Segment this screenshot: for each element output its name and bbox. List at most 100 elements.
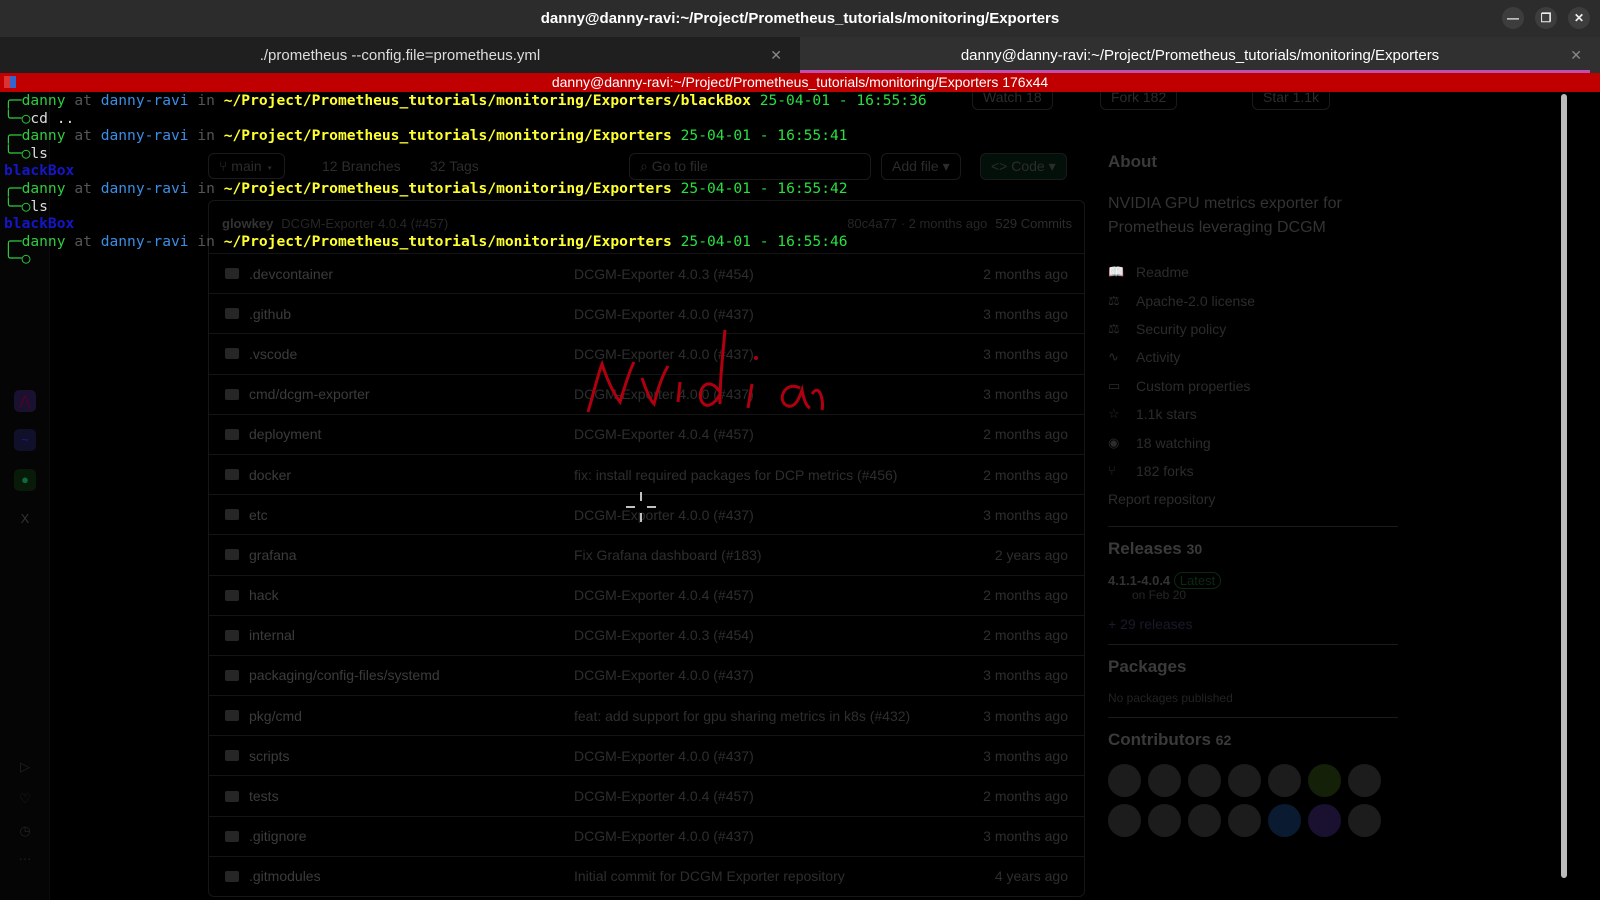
about-item[interactable]: ☆ 1.1k stars xyxy=(1108,400,1398,428)
avatar[interactable] xyxy=(1228,763,1261,797)
about-item[interactable]: 📖 Readme xyxy=(1108,258,1398,286)
commit-message[interactable]: fix: install required packages for DCP m… xyxy=(574,467,983,483)
prompt-line: ╭─danny at danny-ravi in ~/Project/Prome… xyxy=(4,127,848,145)
commit-message[interactable]: DCGM-Exporter 4.0.0 (#437) xyxy=(574,306,983,322)
commit-message[interactable]: DCGM-Exporter 4.0.3 (#454) xyxy=(574,266,983,282)
messenger-icon[interactable]: ~ xyxy=(14,429,36,451)
prompt-time: 25-04-01 - 16:55:46 xyxy=(680,232,848,250)
file-name[interactable]: scripts xyxy=(249,748,574,764)
file-name[interactable]: tests xyxy=(249,788,574,804)
avatar[interactable] xyxy=(1308,763,1341,797)
close-tab-icon[interactable]: ✕ xyxy=(1570,47,1582,64)
file-name[interactable]: hack xyxy=(249,587,574,603)
file-name[interactable]: .vscode xyxy=(249,346,574,362)
about-item[interactable]: ⚖ Security policy xyxy=(1108,315,1398,343)
x-icon[interactable]: X xyxy=(14,508,36,530)
play-icon[interactable]: ▷ xyxy=(14,756,36,778)
avatar[interactable] xyxy=(1348,763,1381,797)
close-tab-icon[interactable]: ✕ xyxy=(770,47,782,64)
prompt-time: 25-04-01 - 16:55:42 xyxy=(680,179,848,197)
file-row[interactable]: scripts DCGM-Exporter 4.0.0 (#437) 3 month… xyxy=(209,735,1084,775)
about-item[interactable]: ∿ Activity xyxy=(1108,343,1398,371)
maximize-button[interactable]: ❐ xyxy=(1535,7,1557,29)
file-row[interactable]: packaging/config-files/systemd DCGM-Expor… xyxy=(209,654,1084,695)
file-name[interactable]: .github xyxy=(249,306,574,322)
close-button[interactable]: ✕ xyxy=(1568,7,1590,29)
commit-message[interactable]: DCGM-Exporter 4.0.0 (#437) xyxy=(574,748,983,764)
avatar[interactable] xyxy=(1348,803,1381,837)
avatar[interactable] xyxy=(1108,763,1141,797)
about-item-label: 1.1k stars xyxy=(1136,406,1197,423)
file-row[interactable]: tests DCGM-Exporter 4.0.4 (#457) 2 months … xyxy=(209,775,1084,815)
folder-icon xyxy=(225,509,239,521)
code-button[interactable]: <> Code ▾ xyxy=(980,153,1067,180)
about-item[interactable]: ⚖ Apache-2.0 license xyxy=(1108,286,1398,314)
file-row[interactable]: grafana Fix Grafana dashboard (#183) 2 yea… xyxy=(209,534,1084,574)
commit-date: 3 months ago xyxy=(983,828,1068,845)
file-name[interactable]: .devcontainer xyxy=(249,266,574,282)
command-line: ╰─○ls xyxy=(4,197,48,215)
file-row[interactable]: .gitignore DCGM-Exporter 4.0.0 (#437) 3 mo… xyxy=(209,815,1084,856)
history-icon[interactable]: ◷ xyxy=(14,820,36,842)
file-name[interactable]: docker xyxy=(249,467,574,483)
avatar[interactable] xyxy=(1228,803,1261,837)
commit-message[interactable]: DCGM-Exporter 4.0.0 (#437) xyxy=(574,667,983,683)
commit-message[interactable]: DCGM-Exporter 4.0.3 (#454) xyxy=(574,627,983,643)
commit-message[interactable]: Fix Grafana dashboard (#183) xyxy=(574,547,995,563)
avatar[interactable] xyxy=(1188,763,1221,797)
file-name[interactable]: internal xyxy=(249,627,574,643)
file-row[interactable]: internal DCGM-Exporter 4.0.3 (#454) 2 mont… xyxy=(209,614,1084,655)
avatar[interactable] xyxy=(1188,803,1221,837)
file-name[interactable]: packaging/config-files/systemd xyxy=(249,667,574,683)
about-item-label: 182 forks xyxy=(1136,462,1194,479)
more-icon[interactable]: ··· xyxy=(14,848,36,870)
commit-message[interactable]: DCGM-Exporter 4.0.4 (#457) xyxy=(574,788,983,804)
app-icon[interactable]: ⋀ xyxy=(14,390,36,412)
terminal-scrollbar[interactable] xyxy=(1561,94,1567,878)
commit-message[interactable]: DCGM-Exporter 4.0.4 (#457) xyxy=(574,587,983,603)
about-item[interactable]: ⑂ 182 forks xyxy=(1108,457,1398,485)
commit-date: 2 months ago xyxy=(983,627,1068,644)
tab-bar: ./prometheus --config.file=prometheus.ym… xyxy=(0,37,1600,73)
heart-icon[interactable]: ♡ xyxy=(14,788,36,810)
file-row[interactable]: pkg/cmd feat: add support for gpu sharing… xyxy=(209,695,1084,735)
commit-message[interactable]: Initial commit for DCGM Exporter reposit… xyxy=(574,868,995,884)
file-name[interactable]: etc xyxy=(249,507,574,523)
file-row[interactable]: .gitmodules Initial commit for DCGM Expor… xyxy=(209,855,1084,896)
avatar[interactable] xyxy=(1268,803,1301,837)
avatar[interactable] xyxy=(1108,803,1141,837)
tab-prometheus[interactable]: ./prometheus --config.file=prometheus.ym… xyxy=(0,37,800,73)
file-name[interactable]: pkg/cmd xyxy=(249,708,574,724)
avatar[interactable] xyxy=(1148,803,1181,837)
file-name[interactable]: deployment xyxy=(249,426,574,442)
avatar[interactable] xyxy=(1268,763,1301,797)
commit-message[interactable]: DCGM-Exporter 4.0.4 (#457) xyxy=(574,426,983,442)
avatar[interactable] xyxy=(1308,803,1341,837)
file-name[interactable]: .gitmodules xyxy=(249,868,574,884)
file-name[interactable]: grafana xyxy=(249,547,574,563)
release-tag[interactable]: 4.1.1-4.0.4 xyxy=(1108,573,1170,588)
file-row[interactable]: docker fix: install required packages for… xyxy=(209,453,1084,494)
avatar[interactable] xyxy=(1148,763,1181,797)
about-item[interactable]: ◉ 18 watching xyxy=(1108,428,1398,456)
whatsapp-icon[interactable]: ● xyxy=(14,469,36,491)
tab-exporters[interactable]: danny@danny-ravi:~/Project/Prometheus_tu… xyxy=(800,37,1600,73)
command: ls xyxy=(30,144,48,162)
file-row[interactable]: hack DCGM-Exporter 4.0.4 (#457) 2 months a… xyxy=(209,574,1084,615)
report-link[interactable]: Report repository xyxy=(1108,485,1398,513)
terminal-output[interactable]: ╭─danny at danny-ravi in ~/Project/Prome… xyxy=(4,92,927,268)
commit-message[interactable]: feat: add support for gpu sharing metric… xyxy=(574,708,983,724)
commit-message[interactable]: DCGM-Exporter 4.0.0 (#437) xyxy=(574,828,983,844)
terminal-menu-icon[interactable] xyxy=(4,76,16,88)
commit-date: 2 months ago xyxy=(983,788,1068,805)
fork-button[interactable]: Fork 182 xyxy=(1100,92,1178,110)
star-button[interactable]: Star 1.1k xyxy=(1252,92,1331,110)
file-name[interactable]: .gitignore xyxy=(249,828,574,844)
file-table: .devcontainer DCGM-Exporter 4.0.3 (#454) 2… xyxy=(208,200,1085,897)
watch-button[interactable]: Watch 18 xyxy=(972,92,1053,110)
more-releases-link[interactable]: + 29 releases xyxy=(1108,616,1398,632)
about-item[interactable]: ▭ Custom properties xyxy=(1108,372,1398,400)
minimize-button[interactable]: — xyxy=(1502,7,1524,29)
file-name[interactable]: cmd/dcgm-exporter xyxy=(249,386,574,402)
commit-date: 2 months ago xyxy=(983,265,1068,282)
